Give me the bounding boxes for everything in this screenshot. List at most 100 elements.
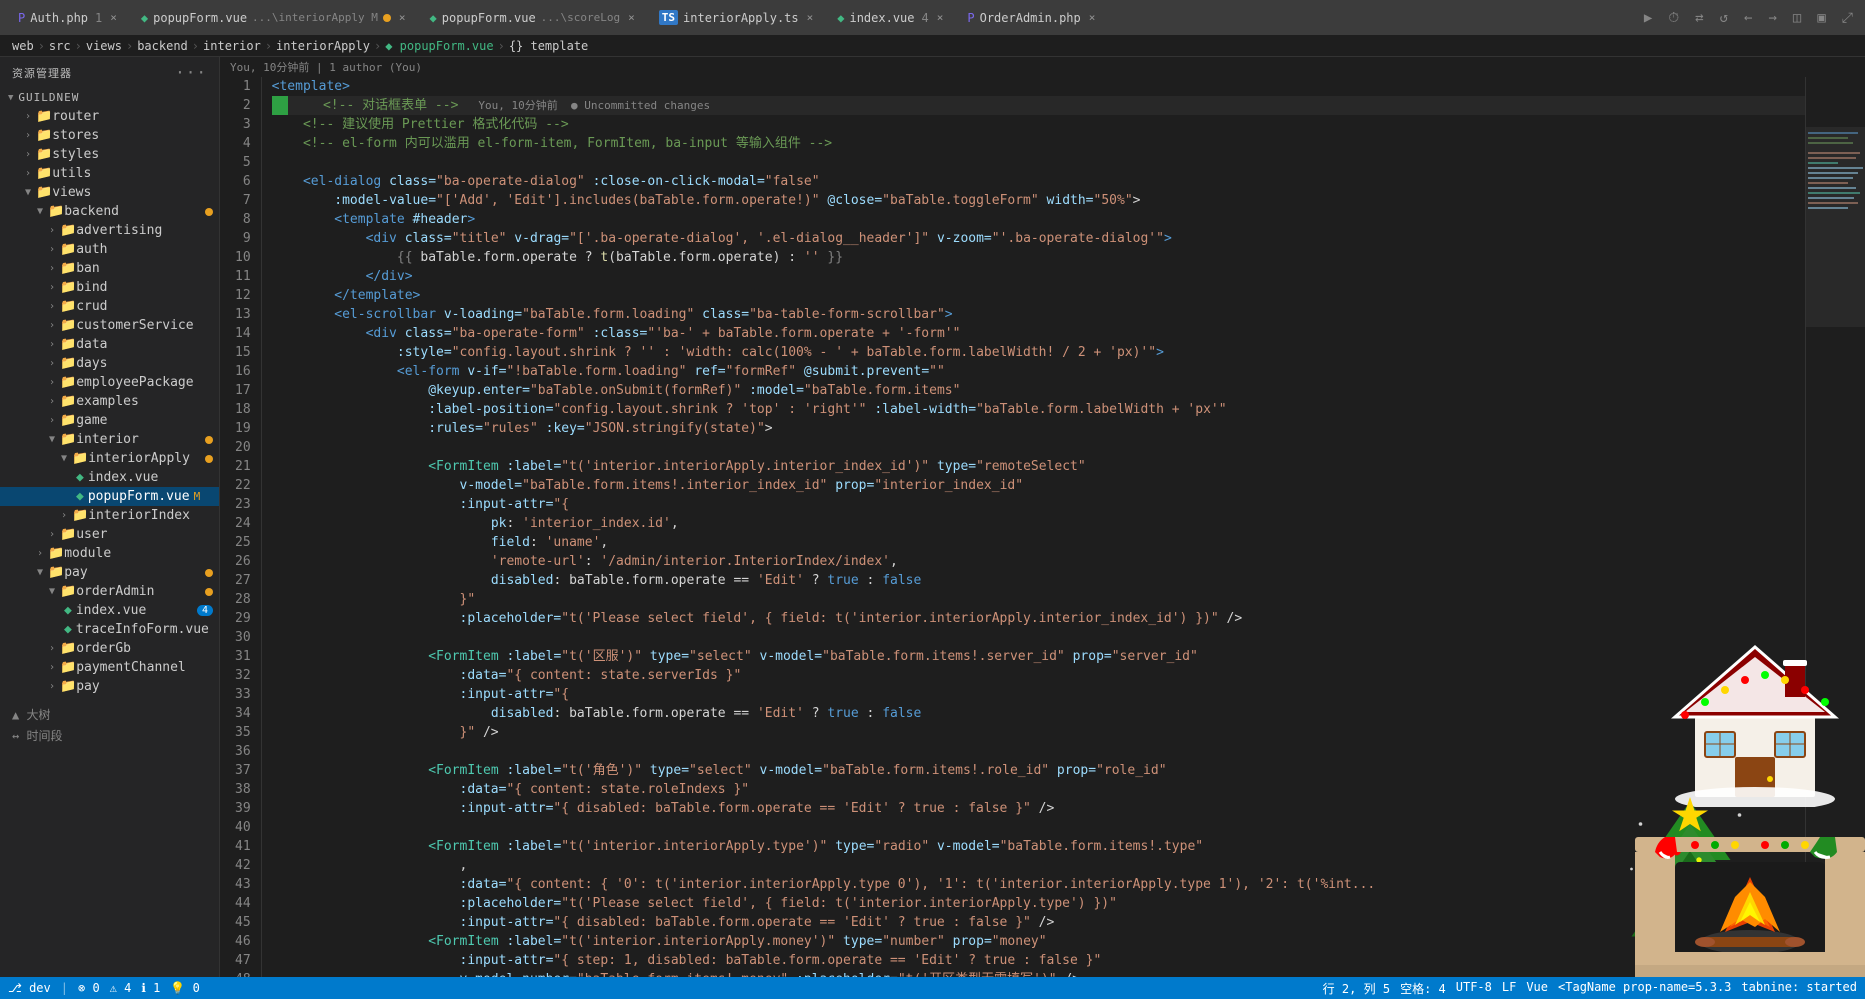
code-line-10: {{ baTable.form.operate ? t(baTable.form…: [272, 248, 1805, 267]
toolbar-right: ▶ ⏱ ⇄ ↺ ← → ◫ ▣ ⤢: [1640, 8, 1857, 28]
chevron-right-icon: ›: [44, 263, 60, 274]
sidebar-item-orderAdmin[interactable]: ▼ 📁 orderAdmin: [0, 582, 219, 601]
close-icon[interactable]: ×: [937, 11, 944, 24]
redo-icon[interactable]: →: [1764, 8, 1780, 28]
code-line-24: pk: 'interior_index.id',: [272, 514, 1805, 533]
sidebar-item-employeePackage[interactable]: › 📁 employeePackage: [0, 373, 219, 392]
tabnine-status: tabnine: started: [1741, 980, 1857, 997]
close-icon[interactable]: ×: [399, 11, 406, 24]
git-branch[interactable]: ⎇ dev: [8, 981, 51, 995]
code-line-48: v-model.number="baTable.form.items!.mone…: [272, 970, 1805, 977]
sidebar-item-router[interactable]: › 📁 router: [0, 107, 219, 126]
tab-auth-php[interactable]: P Auth.php 1 ×: [8, 0, 127, 35]
split-right-icon[interactable]: ▣: [1813, 8, 1829, 28]
ts-icon: TS: [659, 10, 678, 25]
chevron-down-icon: ▼: [56, 453, 72, 464]
sidebar-item-interiorApply[interactable]: ▼ 📁 interiorApply: [0, 449, 219, 468]
modified-badge: [205, 208, 213, 216]
sidebar-item-interior[interactable]: ▼ 📁 interior: [0, 430, 219, 449]
tab-interiorapply-ts[interactable]: TS interiorApply.ts ×: [649, 0, 823, 35]
code-line-15: :style="config.layout.shrink ? '' : 'wid…: [272, 343, 1805, 362]
sidebar-item-paymentChannel[interactable]: › 📁 paymentChannel: [0, 658, 219, 677]
sidebar-item-crud[interactable]: › 📁 crud: [0, 297, 219, 316]
sidebar-item-examples[interactable]: › 📁 examples: [0, 392, 219, 411]
code-editor[interactable]: 12345 678910 1112131415 1617181920 21222…: [220, 77, 1865, 977]
code-line-42: ,: [272, 856, 1805, 875]
code-line-20: [272, 438, 1805, 457]
sidebar-item-utils[interactable]: › 📁 utils: [0, 164, 219, 183]
vue-file-icon: ◆: [64, 603, 72, 618]
split-left-icon[interactable]: ◫: [1789, 8, 1805, 28]
sidebar-item-pay2[interactable]: › 📁 pay: [0, 677, 219, 696]
code-content[interactable]: <template> <!-- 对话框表单 --> You, 10分钟前 ● U…: [262, 77, 1805, 977]
sidebar-item-ban[interactable]: › 📁 ban: [0, 259, 219, 278]
tab-orderadmin-php[interactable]: P OrderAdmin.php ×: [957, 0, 1105, 35]
sidebar-item-pay[interactable]: ▼ 📁 pay: [0, 563, 219, 582]
php-icon: P: [18, 11, 25, 25]
spaces-indicator[interactable]: 空格: 4: [1400, 980, 1446, 997]
maximize-icon[interactable]: ⤢: [1838, 8, 1857, 28]
close-icon[interactable]: ×: [110, 11, 117, 24]
sidebar-menu-icon[interactable]: ···: [175, 63, 207, 82]
close-icon[interactable]: ×: [628, 11, 635, 24]
sidebar-item-auth[interactable]: › 📁 auth: [0, 240, 219, 259]
sidebar-item-days[interactable]: › 📁 days: [0, 354, 219, 373]
sidebar-item-orderGb[interactable]: › 📁 orderGb: [0, 639, 219, 658]
search-replace-icon[interactable]: ⇄: [1691, 8, 1707, 28]
tab-index-vue[interactable]: ◆ index.vue 4 ×: [827, 0, 953, 35]
sidebar-item-customerService[interactable]: › 📁 customerService: [0, 316, 219, 335]
sidebar-item-backend[interactable]: ▼ 📁 backend: [0, 202, 219, 221]
sidebar-item-interiorIndex[interactable]: › 📁 interiorIndex: [0, 506, 219, 525]
tab-popupform-interior[interactable]: ◆ popupForm.vue ...\interiorApply M ×: [131, 0, 416, 35]
close-icon[interactable]: ×: [807, 11, 814, 24]
sidebar-item-bind[interactable]: › 📁 bind: [0, 278, 219, 297]
error-count[interactable]: ⊗ 0: [78, 981, 100, 995]
sidebar-item-index-vue[interactable]: ◆ index.vue: [0, 468, 219, 487]
refresh-icon[interactable]: ↺: [1716, 8, 1732, 28]
sidebar-item-module[interactable]: › 📁 module: [0, 544, 219, 563]
chevron-right-icon: ›: [44, 282, 60, 293]
code-line-5: [272, 153, 1805, 172]
vue-file-icon: ◆: [76, 489, 84, 504]
tab-popupform-score[interactable]: ◆ popupForm.vue ...\scoreLog ×: [420, 0, 645, 35]
sidebar-title: 资源管理器 ···: [0, 57, 219, 88]
chevron-right-icon: ›: [44, 301, 60, 312]
run-icon[interactable]: ▶: [1640, 8, 1656, 28]
sidebar-item-advertising[interactable]: › 📁 advertising: [0, 221, 219, 240]
info-count[interactable]: ℹ 1: [141, 981, 160, 995]
code-line-8: <template #header>: [272, 210, 1805, 229]
history-icon[interactable]: ⏱: [1664, 8, 1683, 28]
line-endings[interactable]: LF: [1502, 980, 1516, 997]
sidebar-item-styles[interactable]: › 📁 styles: [0, 145, 219, 164]
hints-count[interactable]: 💡 0: [170, 981, 199, 995]
language-mode[interactable]: Vue: [1526, 980, 1548, 997]
sidebar-item-user[interactable]: › 📁 user: [0, 525, 219, 544]
php-icon: P: [967, 11, 974, 25]
sidebar-item-views[interactable]: ▼ 📁 views: [0, 183, 219, 202]
code-line-18: :label-position="config.layout.shrink ? …: [272, 400, 1805, 419]
code-line-1: <template>: [272, 77, 1805, 96]
code-line-27: disabled: baTable.form.operate == 'Edit'…: [272, 571, 1805, 590]
project-root[interactable]: ▼ GUILDNEW: [0, 88, 219, 107]
chevron-right-icon: ›: [44, 358, 60, 369]
chevron-right-icon: ›: [32, 548, 48, 559]
encoding[interactable]: UTF-8: [1456, 980, 1492, 997]
close-icon[interactable]: ×: [1089, 11, 1096, 24]
code-line-33: :input-attr="{: [272, 685, 1805, 704]
warning-count[interactable]: ⚠ 4: [110, 981, 132, 995]
code-line-2: <!-- 对话框表单 --> You, 10分钟前 ● Uncommitted …: [272, 96, 1805, 115]
modified-badge: [205, 455, 213, 463]
sidebar-item-index-vue-2[interactable]: ◆ index.vue 4: [0, 601, 219, 620]
cursor-position[interactable]: 行 2, 列 5: [1323, 980, 1390, 997]
sidebar-item-stores[interactable]: › 📁 stores: [0, 126, 219, 145]
code-line-38: :data="{ content: state.roleIndexs }": [272, 780, 1805, 799]
sidebar-item-traceInfoForm[interactable]: ◆ traceInfoForm.vue: [0, 620, 219, 639]
sidebar-item-popupForm-vue[interactable]: ◆ popupForm.vue M: [0, 487, 219, 506]
sidebar-item-data[interactable]: › 📁 data: [0, 335, 219, 354]
code-line-4: <!-- el-form 内可以滥用 el-form-item, FormIte…: [272, 134, 1805, 153]
modified-badge: [205, 569, 213, 577]
sidebar-item-game[interactable]: › 📁 game: [0, 411, 219, 430]
status-bar: ⎇ dev | ⊗ 0 ⚠ 4 ℹ 1 💡 0 行 2, 列 5 空格: 4 U…: [0, 977, 1865, 999]
undo-icon[interactable]: ←: [1740, 8, 1756, 28]
code-line-44: :placeholder="t('Please select field', {…: [272, 894, 1805, 913]
